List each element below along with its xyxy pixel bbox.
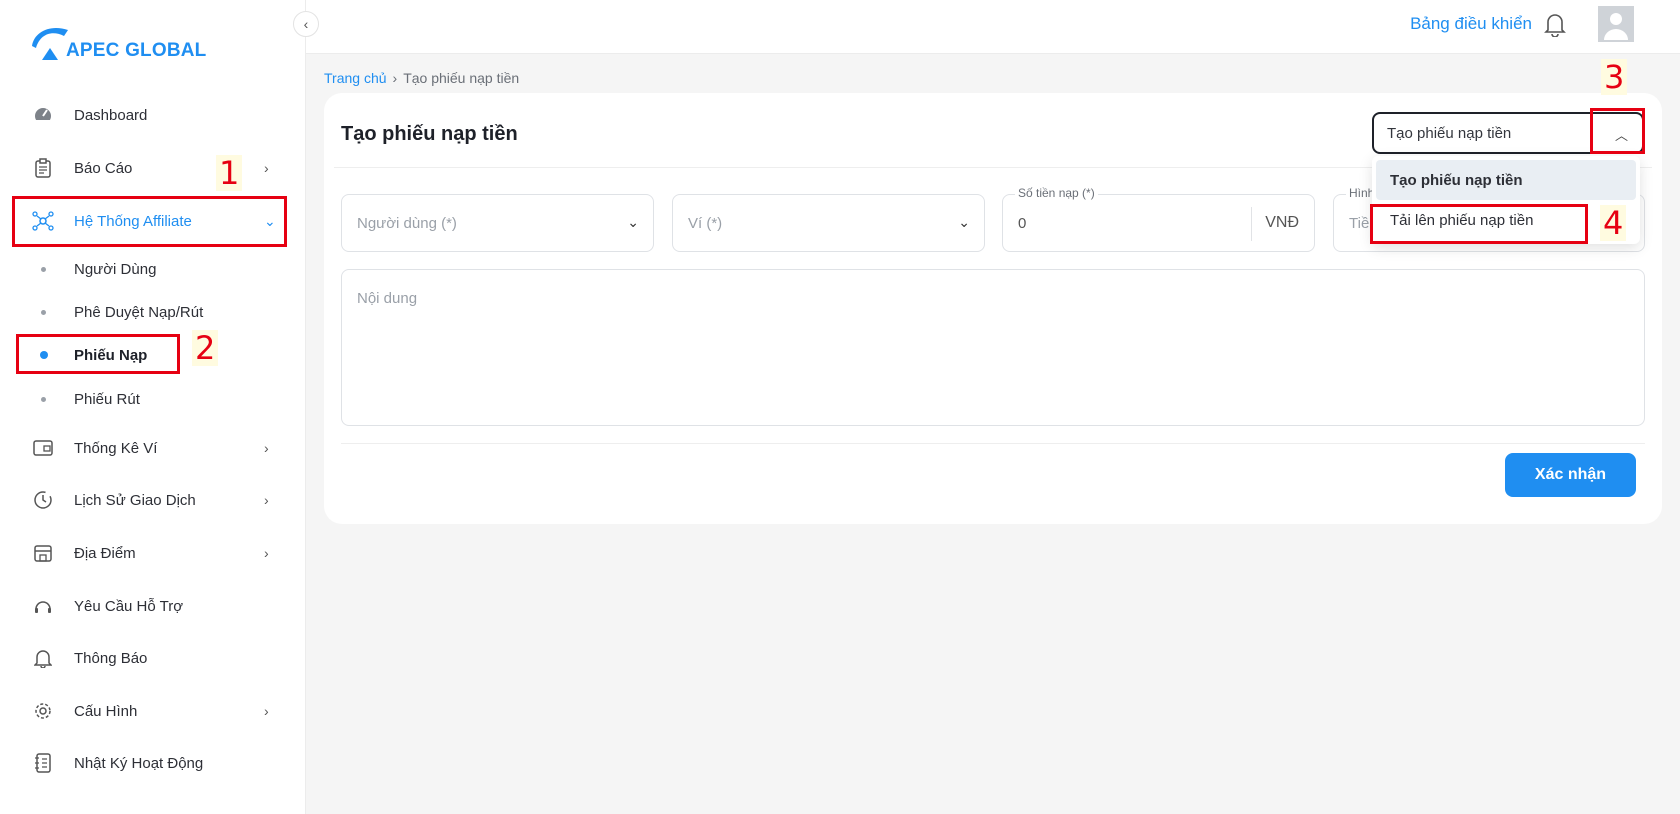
sidebar-subitem-nguoi-dung[interactable]: Người Dùng — [0, 249, 306, 289]
breadcrumb: Trang chủ › Tạo phiếu nạp tiền — [324, 70, 519, 86]
chevron-left-icon: ‹ — [303, 16, 309, 32]
chevron-right-icon: › — [264, 440, 269, 456]
brand-name: APEC GLOBAL — [66, 40, 207, 61]
store-icon — [32, 542, 54, 564]
breadcrumb-separator-icon: › — [392, 70, 398, 86]
clipboard-icon — [32, 157, 54, 179]
sidebar-subitem-phieu-rut[interactable]: Phiếu Rút — [0, 379, 306, 419]
sidebar-subitem-label: Phiếu Rút — [74, 390, 140, 408]
history-icon — [32, 489, 54, 511]
annotation-box-1 — [12, 196, 287, 247]
sidebar-subitem-label: Người Dùng — [74, 260, 157, 278]
sidebar-item-dia-diem[interactable]: Địa Điểm › — [0, 531, 306, 575]
mode-select-value: Tạo phiếu nạp tiền — [1387, 124, 1512, 142]
sidebar-item-label: Lịch Sử Giao Dịch — [74, 491, 196, 509]
speedometer-icon — [32, 104, 54, 126]
currency-unit: VNĐ — [1265, 214, 1299, 231]
logo-icon — [28, 22, 72, 62]
sidebar-collapse-button[interactable]: ‹ — [293, 11, 319, 37]
breadcrumb-current: Tạo phiếu nạp tiền — [403, 70, 520, 86]
sidebar-subitem-phe-duyet[interactable]: Phê Duyệt Nạp/Rút — [0, 292, 306, 332]
breadcrumb-home-link[interactable]: Trang chủ — [324, 70, 387, 86]
amount-input[interactable]: Số tiền nạp (*) 0 VNĐ — [1002, 186, 1315, 252]
annotation-box-4 — [1370, 204, 1588, 244]
notification-bell-icon[interactable] — [1543, 11, 1567, 42]
sidebar: APEC GLOBAL Dashboard Báo Cáo › Hệ Thống… — [0, 0, 306, 814]
annotation-number-1: 1 — [216, 155, 243, 191]
annotation-box-2 — [16, 334, 180, 374]
page-title: Tạo phiếu nạp tiền — [341, 123, 518, 145]
sidebar-item-nhat-ky-hoat-dong[interactable]: Nhật Ký Hoạt Động — [0, 741, 306, 785]
sidebar-item-bao-cao[interactable]: Báo Cáo › — [0, 146, 306, 190]
support-icon — [32, 595, 54, 617]
chevron-down-icon: ⌄ — [958, 214, 970, 230]
annotation-number-3: 3 — [1601, 59, 1628, 95]
sidebar-item-label: Thông Báo — [74, 649, 148, 667]
chevron-right-icon: › — [264, 545, 269, 561]
brand-logo[interactable]: APEC GLOBAL — [28, 22, 206, 62]
sidebar-item-thong-ke-vi[interactable]: Thống Kê Ví › — [0, 426, 306, 470]
amount-label: Số tiền nạp (*) — [1015, 186, 1098, 200]
chevron-right-icon: › — [264, 703, 269, 719]
dashboard-link[interactable]: Bảng điều khiển — [1410, 14, 1532, 34]
annotation-number-2: 2 — [192, 330, 219, 366]
amount-value: 0 — [1018, 215, 1027, 232]
divider — [341, 443, 1645, 444]
sidebar-item-label: Nhật Ký Hoạt Động — [74, 754, 204, 772]
bullet-icon — [41, 266, 46, 272]
wallet-select[interactable]: Ví (*) ⌄ — [672, 194, 985, 252]
bullet-icon — [41, 396, 46, 402]
sidebar-item-label: Yêu Cầu Hỗ Trợ — [74, 597, 184, 615]
user-select-placeholder: Người dùng (*) — [357, 215, 457, 232]
sidebar-item-label: Cấu Hình — [74, 702, 138, 720]
sidebar-subitem-label: Phê Duyệt Nạp/Rút — [74, 303, 204, 321]
bell-icon — [32, 647, 54, 669]
content-placeholder: Nội dung — [357, 290, 418, 307]
chevron-right-icon: › — [264, 492, 269, 508]
top-bar: Bảng điều khiển — [306, 0, 1680, 54]
divider — [1251, 207, 1252, 241]
sidebar-item-dashboard[interactable]: Dashboard — [0, 93, 306, 137]
bullet-icon — [41, 309, 46, 315]
user-select[interactable]: Người dùng (*) ⌄ — [341, 194, 654, 252]
confirm-button[interactable]: Xác nhận — [1505, 453, 1636, 497]
sidebar-item-lich-su-giao-dich[interactable]: Lịch Sử Giao Dịch › — [0, 478, 306, 522]
log-icon — [32, 752, 54, 774]
annotation-box-3 — [1590, 108, 1645, 154]
annotation-number-4: 4 — [1600, 205, 1627, 241]
image-field-placeholder: Tiề — [1349, 215, 1370, 232]
avatar[interactable] — [1598, 6, 1634, 42]
menu-item-create-deposit[interactable]: Tạo phiếu nạp tiền — [1376, 160, 1636, 200]
sidebar-item-label: Địa Điểm — [74, 544, 136, 562]
wallet-select-placeholder: Ví (*) — [688, 215, 723, 232]
sidebar-item-yeu-cau-ho-tro[interactable]: Yêu Cầu Hỗ Trợ — [0, 584, 306, 628]
wallet-icon — [32, 437, 54, 459]
chevron-right-icon: › — [264, 160, 269, 176]
gear-icon — [32, 700, 54, 722]
sidebar-item-label: Thống Kê Ví — [74, 439, 158, 457]
sidebar-item-cau-hinh[interactable]: Cấu Hình › — [0, 689, 306, 733]
content-textarea[interactable]: Nội dung — [341, 269, 1645, 426]
sidebar-item-label: Dashboard — [74, 106, 148, 124]
chevron-down-icon: ⌄ — [627, 214, 639, 230]
sidebar-item-thong-bao[interactable]: Thông Báo — [0, 636, 306, 680]
sidebar-item-label: Báo Cáo — [74, 159, 133, 177]
